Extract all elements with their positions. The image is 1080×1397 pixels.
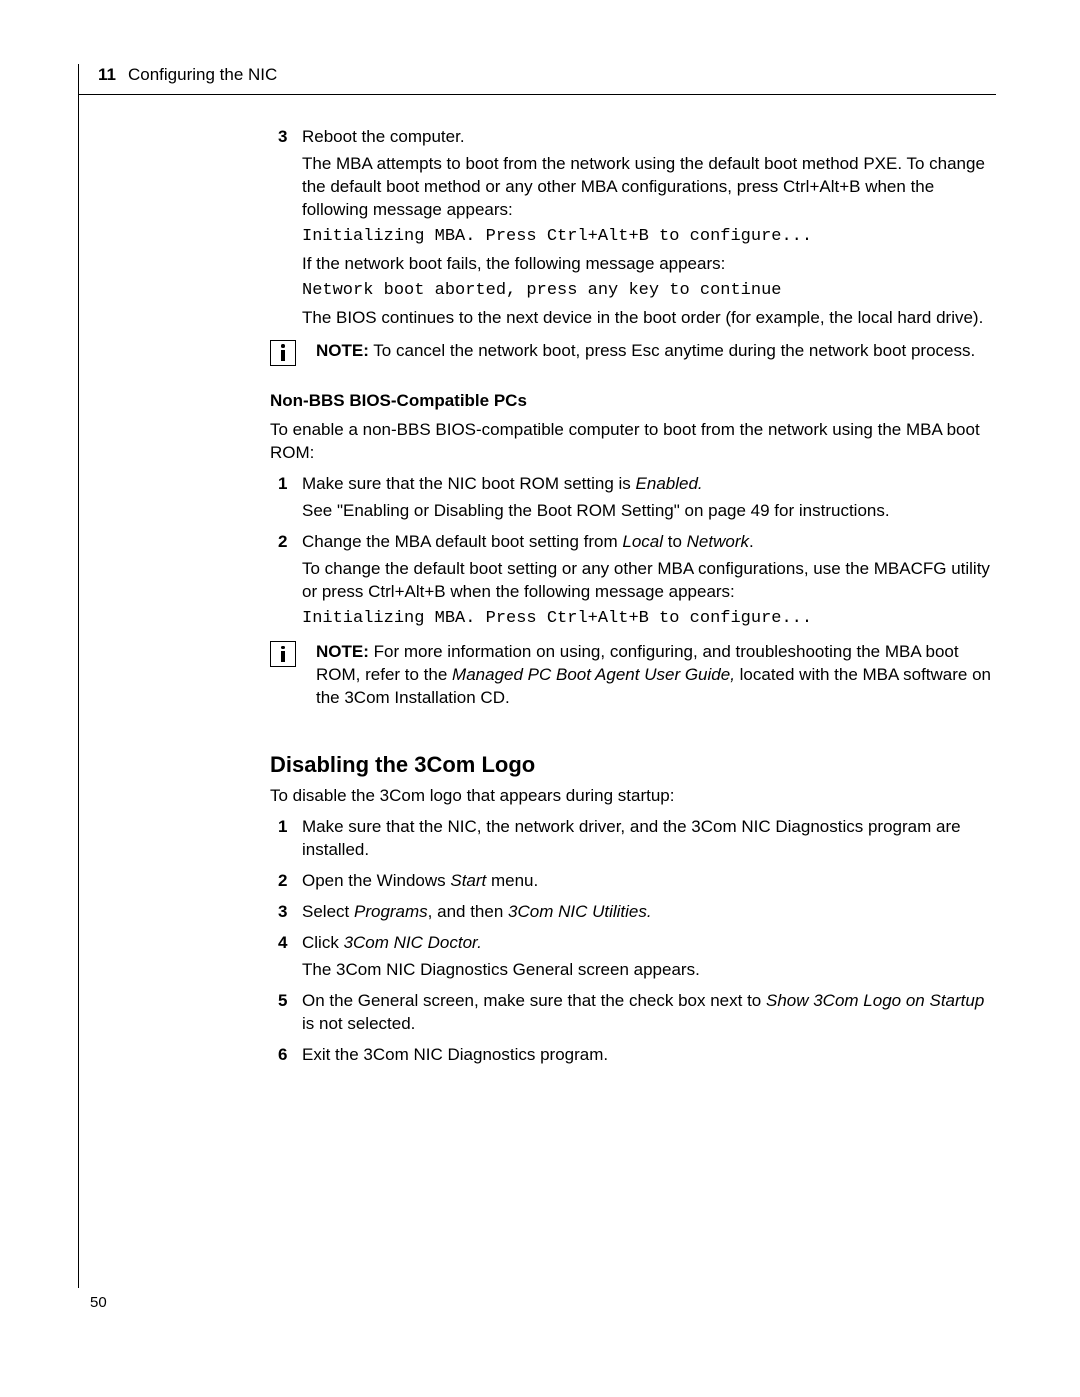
note-label: NOTE: bbox=[316, 341, 369, 360]
body-text: The 3Com NIC Diagnostics General screen … bbox=[270, 959, 996, 982]
body-text: To disable the 3Com logo that appears du… bbox=[270, 785, 996, 808]
step-text: Exit the 3Com NIC Diagnostics program. bbox=[302, 1045, 608, 1064]
step-number: 4 bbox=[278, 932, 287, 955]
step-number: 2 bbox=[278, 870, 287, 893]
step-3: 3 Reboot the computer. bbox=[270, 126, 996, 149]
step-number: 1 bbox=[278, 473, 287, 496]
note-body: To cancel the network boot, press Esc an… bbox=[369, 341, 975, 360]
step-number: 2 bbox=[278, 531, 287, 554]
code-line: Initializing MBA. Press Ctrl+Alt+B to co… bbox=[270, 608, 996, 631]
body-text: See "Enabling or Disabling the Boot ROM … bbox=[270, 500, 996, 523]
step-1: 1 Make sure that the NIC boot ROM settin… bbox=[270, 473, 996, 496]
step-number: 1 bbox=[278, 816, 287, 839]
chapter-title: Configuring the NIC bbox=[128, 64, 277, 87]
code-line: Initializing MBA. Press Ctrl+Alt+B to co… bbox=[270, 226, 996, 249]
step-5: 5 On the General screen, make sure that … bbox=[270, 990, 996, 1036]
icon-dot bbox=[281, 646, 285, 650]
step-text: Select Programs, and then 3Com NIC Utili… bbox=[302, 902, 652, 921]
note-block: NOTE: To cancel the network boot, press … bbox=[270, 340, 996, 363]
icon-stem bbox=[281, 651, 285, 662]
note-label: NOTE: bbox=[316, 642, 369, 661]
note-text: NOTE: To cancel the network boot, press … bbox=[316, 341, 975, 360]
left-rule bbox=[78, 64, 79, 1288]
step-2: 2 Open the Windows Start menu. bbox=[270, 870, 996, 893]
heading: Disabling the 3Com Logo bbox=[270, 750, 996, 780]
subheading: Non-BBS BIOS-Compatible PCs bbox=[270, 390, 996, 413]
step-text: Reboot the computer. bbox=[302, 127, 465, 146]
body-text: To change the default boot setting or an… bbox=[270, 558, 996, 604]
body-text: If the network boot fails, the following… bbox=[270, 253, 996, 276]
step-text: Make sure that the NIC boot ROM setting … bbox=[302, 474, 703, 493]
step-4: 4 Click 3Com NIC Doctor. bbox=[270, 932, 996, 955]
step-6: 6 Exit the 3Com NIC Diagnostics program. bbox=[270, 1044, 996, 1067]
step-text: On the General screen, make sure that th… bbox=[302, 991, 984, 1033]
page-number: 50 bbox=[90, 1293, 107, 1313]
icon-dot bbox=[281, 344, 285, 348]
step-number: 5 bbox=[278, 990, 287, 1013]
running-header: 11 Configuring the NIC bbox=[78, 64, 996, 95]
step-1: 1 Make sure that the NIC, the network dr… bbox=[270, 816, 996, 862]
step-number: 6 bbox=[278, 1044, 287, 1067]
step-number: 3 bbox=[278, 901, 287, 924]
body-text: The MBA attempts to boot from the networ… bbox=[270, 153, 996, 222]
chapter-number: 11 bbox=[98, 64, 116, 87]
body-text: To enable a non-BBS BIOS-compatible comp… bbox=[270, 419, 996, 465]
code-line: Network boot aborted, press any key to c… bbox=[270, 280, 996, 303]
info-icon bbox=[270, 340, 296, 366]
step-3: 3 Select Programs, and then 3Com NIC Uti… bbox=[270, 901, 996, 924]
info-icon bbox=[270, 641, 296, 667]
step-text: Change the MBA default boot setting from… bbox=[302, 532, 754, 551]
page-content: 3 Reboot the computer. The MBA attempts … bbox=[270, 118, 996, 1067]
step-text: Click 3Com NIC Doctor. bbox=[302, 933, 482, 952]
note-block: NOTE: For more information on using, con… bbox=[270, 641, 996, 710]
step-text: Make sure that the NIC, the network driv… bbox=[302, 817, 961, 859]
body-text: The BIOS continues to the next device in… bbox=[270, 307, 996, 330]
step-2: 2 Change the MBA default boot setting fr… bbox=[270, 531, 996, 554]
step-number: 3 bbox=[278, 126, 287, 149]
step-text: Open the Windows Start menu. bbox=[302, 871, 538, 890]
icon-stem bbox=[281, 350, 285, 361]
note-text: NOTE: For more information on using, con… bbox=[316, 642, 991, 707]
